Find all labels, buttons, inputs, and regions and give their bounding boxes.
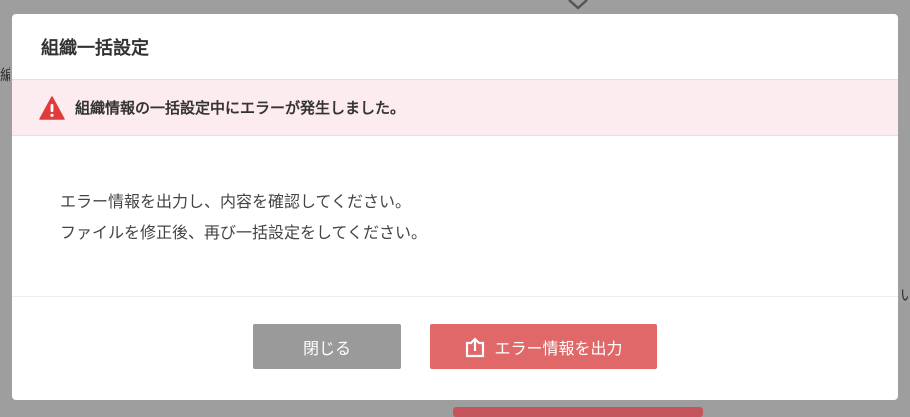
- export-error-button[interactable]: エラー情報を出力: [430, 324, 657, 369]
- error-dialog: 組織一括設定 組織情報の一括設定中にエラーが発生しました。 エラー情報を出力し、…: [12, 14, 898, 400]
- export-button-label: エラー情報を出力: [494, 338, 623, 358]
- close-button-label: 閉じる: [302, 338, 351, 358]
- instruction-text: エラー情報を出力し、内容を確認してください。: [60, 192, 412, 211]
- error-message: 組織情報の一括設定中にエラーが発生しました。: [75, 99, 406, 117]
- dialog-body: エラー情報を出力し、内容を確認してください。 ファイルを修正後、再び一括設定をし…: [12, 136, 898, 294]
- export-upload-icon: [464, 336, 486, 358]
- chevron-down-icon: [568, 0, 588, 10]
- dialog-footer: 閉じる エラー情報を出力: [12, 296, 898, 400]
- instruction-text: ファイルを修正後、再び一括設定をしてください。: [60, 223, 428, 242]
- warning-triangle-icon: [39, 95, 65, 120]
- dialog-title: 組織一括設定: [41, 37, 149, 59]
- backdrop-text-fragment: 編: [0, 66, 10, 84]
- close-button[interactable]: 閉じる: [253, 324, 401, 369]
- error-banner: 組織情報の一括設定中にエラーが発生しました。: [12, 80, 898, 136]
- dialog-header: 組織一括設定: [12, 14, 898, 80]
- backdrop-button-fragment: [453, 407, 703, 417]
- backdrop-text-fragment: い: [900, 286, 910, 304]
